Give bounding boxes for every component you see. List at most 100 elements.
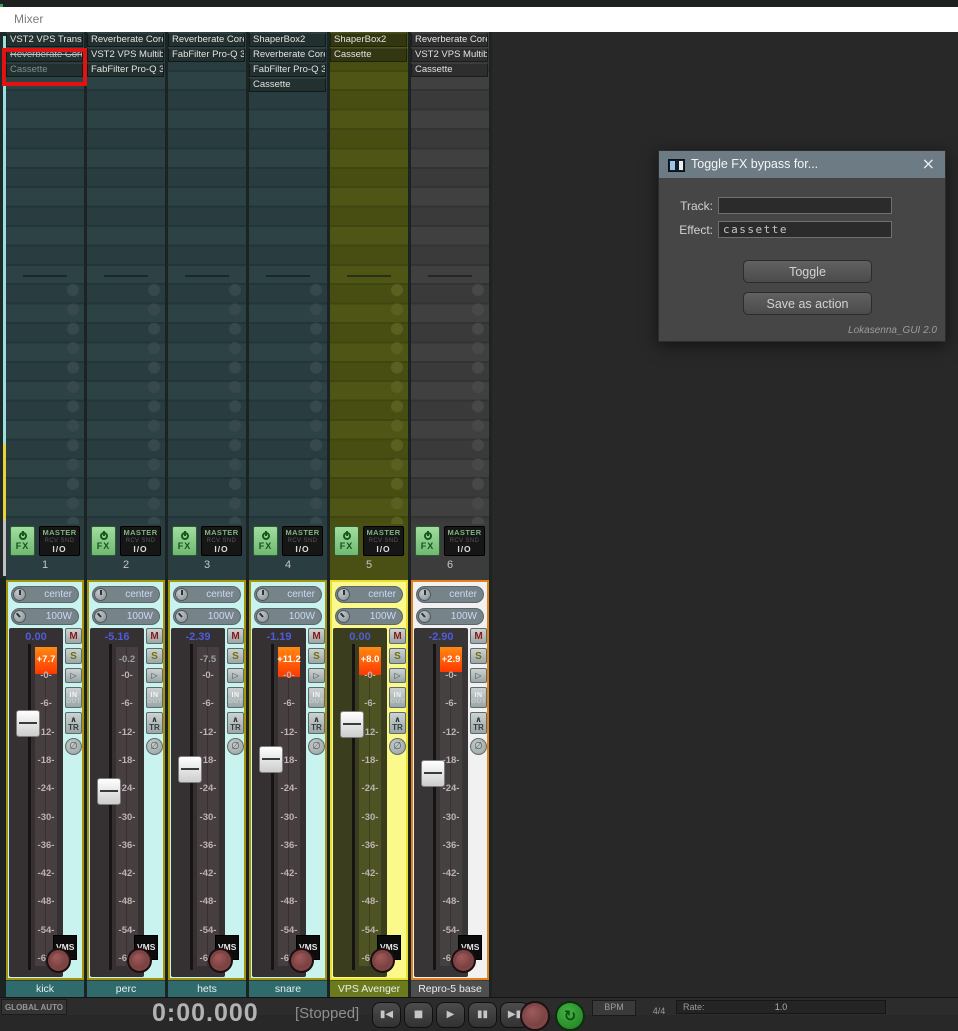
mute-button[interactable]: M <box>308 628 325 644</box>
pan-control[interactable]: center <box>173 586 241 603</box>
record-arm-button[interactable] <box>208 948 233 973</box>
go-to-start-button[interactable]: ▮◀ <box>372 1002 401 1028</box>
pan-control[interactable]: center <box>416 586 484 603</box>
time-display[interactable]: 0:00.000 <box>152 999 259 1028</box>
io-button[interactable]: MASTER RCV SND I/O <box>282 526 323 556</box>
stop-button[interactable]: ■ <box>404 1002 433 1028</box>
track-name[interactable]: snare <box>249 981 327 998</box>
width-control[interactable]: 100W <box>173 608 241 625</box>
fx-item[interactable]: Cassette <box>330 48 407 62</box>
fx-item[interactable]: ShaperBox2 <box>249 33 326 47</box>
fx-item[interactable]: Reverberate Core <box>168 33 245 47</box>
fx-button[interactable]: FX <box>253 526 278 556</box>
play-button[interactable]: ▶ <box>436 1002 465 1028</box>
io-button[interactable]: MASTER RCV SND I/O <box>201 526 242 556</box>
width-control[interactable]: 100W <box>11 608 79 625</box>
fx-item[interactable]: Reverberate Core <box>249 48 326 62</box>
fx-button[interactable]: FX <box>91 526 116 556</box>
fx-insert-icon[interactable]: ▷ <box>227 668 244 683</box>
fx-insert-icon[interactable]: ▷ <box>470 668 487 683</box>
solo-button[interactable]: S <box>146 648 163 664</box>
mute-button[interactable]: M <box>470 628 487 644</box>
routing-button[interactable]: IN OUT <box>389 687 406 708</box>
record-arm-button[interactable] <box>127 948 152 973</box>
width-control[interactable]: 100W <box>92 608 160 625</box>
solo-button[interactable]: S <box>470 648 487 664</box>
fx-button[interactable]: FX <box>334 526 359 556</box>
record-button[interactable] <box>520 1001 550 1031</box>
io-button[interactable]: MASTER RCV SND I/O <box>363 526 404 556</box>
track-number[interactable]: 1 <box>6 559 84 571</box>
toggle-button[interactable]: Toggle <box>743 260 872 283</box>
fx-button[interactable]: FX <box>172 526 197 556</box>
fx-item[interactable]: Reverberate Core <box>411 33 488 47</box>
rate-slider[interactable]: Rate: 1.0 <box>676 1000 886 1014</box>
routing-button[interactable]: IN OUT <box>65 687 82 708</box>
mute-button[interactable]: M <box>389 628 406 644</box>
track-name[interactable]: perc <box>87 981 165 998</box>
fader-handle[interactable] <box>259 746 283 773</box>
fx-item[interactable]: VST2 VPS Transm <box>6 33 83 47</box>
record-arm-button[interactable] <box>451 948 476 973</box>
record-arm-button[interactable] <box>370 948 395 973</box>
close-icon[interactable]: × <box>922 154 935 174</box>
pan-control[interactable]: center <box>92 586 160 603</box>
track-name[interactable]: VPS Avenger <box>330 981 408 998</box>
phase-button[interactable]: ∅ <box>308 738 325 755</box>
routing-button[interactable]: IN OUT <box>227 687 244 708</box>
phase-button[interactable]: ∅ <box>65 738 82 755</box>
trim-automation-button[interactable]: ∧ TR <box>65 712 82 734</box>
save-as-action-button[interactable]: Save as action <box>743 292 872 315</box>
track-number[interactable]: 3 <box>168 559 246 571</box>
fx-insert-icon[interactable]: ▷ <box>65 668 82 683</box>
fx-insert-icon[interactable]: ▷ <box>308 668 325 683</box>
global-automation-button[interactable]: GLOBAL AUTO <box>1 999 67 1015</box>
trim-automation-button[interactable]: ∧ TR <box>470 712 487 734</box>
routing-button[interactable]: IN OUT <box>146 687 163 708</box>
phase-button[interactable]: ∅ <box>389 738 406 755</box>
routing-button[interactable]: IN OUT <box>308 687 325 708</box>
solo-button[interactable]: S <box>308 648 325 664</box>
trim-automation-button[interactable]: ∧ TR <box>146 712 163 734</box>
fx-item[interactable]: VST2 VPS Multiba <box>411 48 488 62</box>
fx-item[interactable]: Cassette <box>249 78 326 92</box>
trim-automation-button[interactable]: ∧ TR <box>389 712 406 734</box>
fader-handle[interactable] <box>421 760 445 787</box>
io-button[interactable]: MASTER RCV SND I/O <box>444 526 485 556</box>
fx-item[interactable]: FabFilter Pro-Q 3 <box>249 63 326 77</box>
io-button[interactable]: MASTER RCV SND I/O <box>120 526 161 556</box>
phase-button[interactable]: ∅ <box>146 738 163 755</box>
fx-insert-icon[interactable]: ▷ <box>389 668 406 683</box>
fx-item[interactable]: Reverberate Core <box>87 33 164 47</box>
track-number[interactable]: 6 <box>411 559 489 571</box>
track-input[interactable] <box>718 197 892 214</box>
width-control[interactable]: 100W <box>335 608 403 625</box>
fader-handle[interactable] <box>178 756 202 783</box>
fx-button[interactable]: FX <box>415 526 440 556</box>
track-number[interactable]: 4 <box>249 559 327 571</box>
phase-button[interactable]: ∅ <box>470 738 487 755</box>
fx-button[interactable]: FX <box>10 526 35 556</box>
routing-button[interactable]: IN OUT <box>470 687 487 708</box>
fx-insert-icon[interactable]: ▷ <box>146 668 163 683</box>
solo-button[interactable]: S <box>65 648 82 664</box>
io-button[interactable]: MASTER RCV SND I/O <box>39 526 80 556</box>
track-name[interactable]: Repro-5 base <box>411 981 489 998</box>
solo-button[interactable]: S <box>389 648 406 664</box>
record-arm-button[interactable] <box>289 948 314 973</box>
fx-item[interactable]: FabFilter Pro-Q 3 <box>87 63 164 77</box>
width-control[interactable]: 100W <box>254 608 322 625</box>
pause-button[interactable]: ▮▮ <box>468 1002 497 1028</box>
mute-button[interactable]: M <box>146 628 163 644</box>
track-number[interactable]: 2 <box>87 559 165 571</box>
mixer-titlebar[interactable]: Mixer <box>0 7 958 32</box>
phase-button[interactable]: ∅ <box>227 738 244 755</box>
trim-automation-button[interactable]: ∧ TR <box>227 712 244 734</box>
fx-item[interactable]: Cassette <box>411 63 488 77</box>
pan-control[interactable]: center <box>11 586 79 603</box>
fader-handle[interactable] <box>16 710 40 737</box>
track-name[interactable]: hets <box>168 981 246 998</box>
track-number[interactable]: 5 <box>330 559 408 571</box>
record-arm-button[interactable] <box>46 948 71 973</box>
pan-control[interactable]: center <box>254 586 322 603</box>
